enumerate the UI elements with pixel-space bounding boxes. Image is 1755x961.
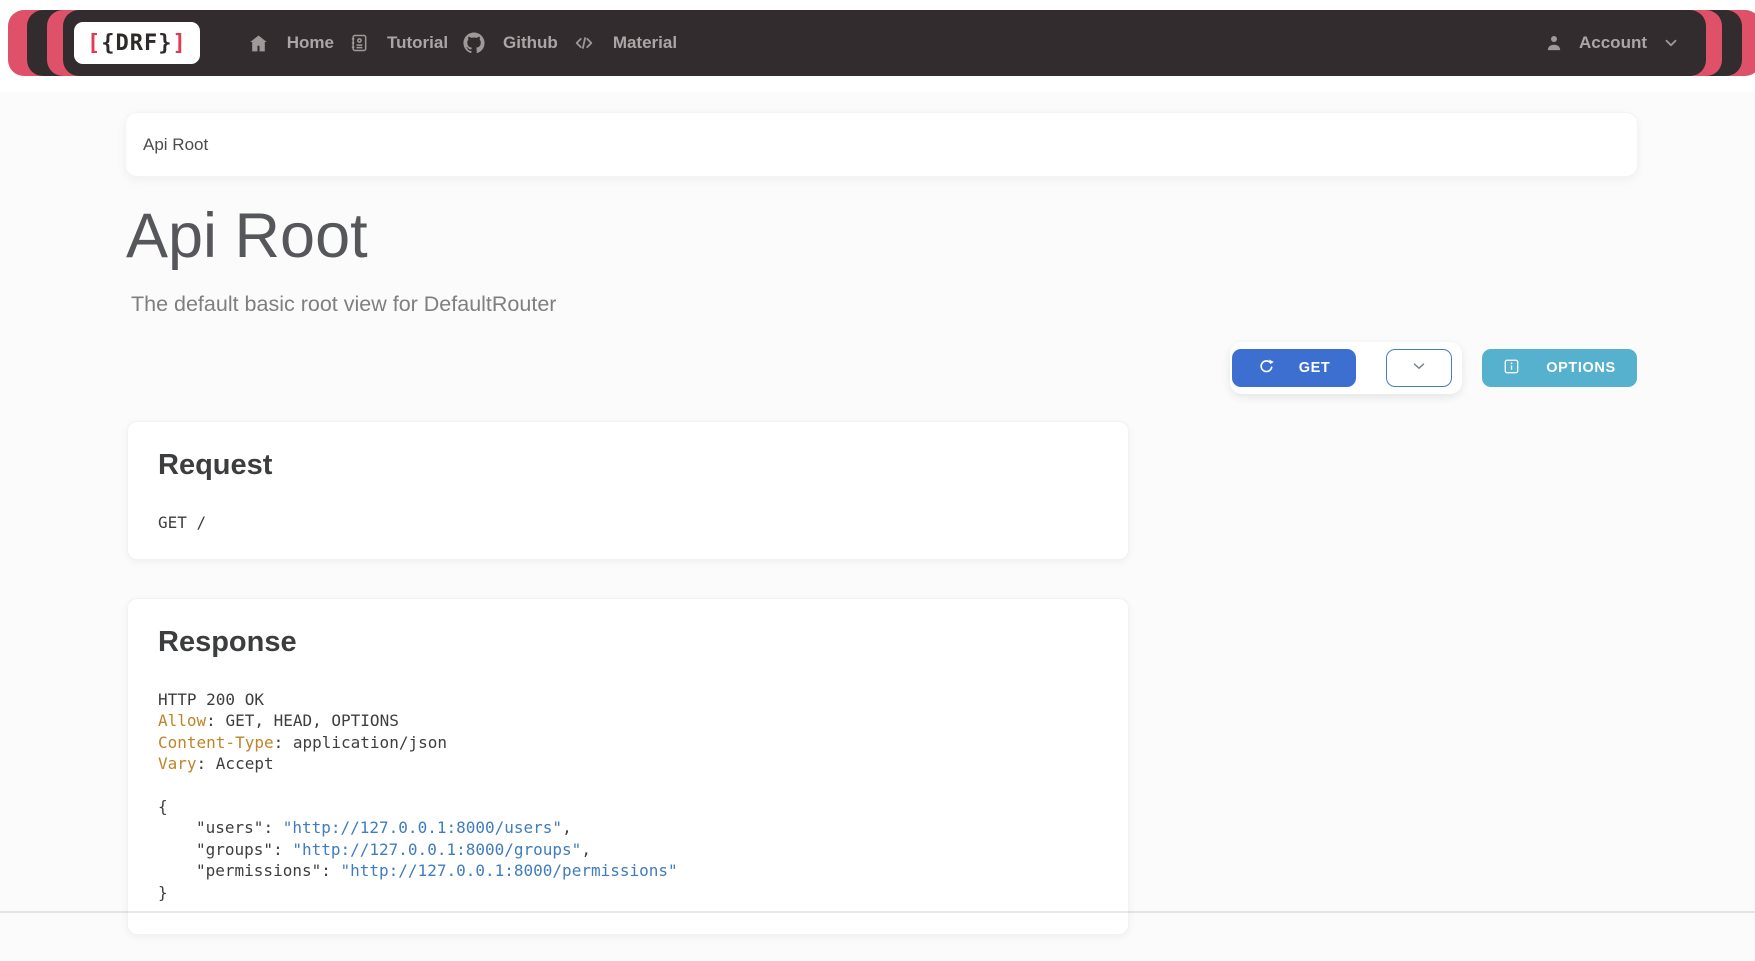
nav-item-home[interactable]: Home	[248, 33, 334, 54]
header-value: : application/json	[274, 733, 447, 752]
response-card: Response HTTP 200 OK Allow: GET, HEAD, O…	[127, 598, 1129, 935]
request-heading: Request	[158, 448, 1098, 482]
breadcrumb-item-api-root[interactable]: Api Root	[143, 135, 208, 155]
nav-item-github[interactable]: Github	[463, 32, 558, 54]
response-code: HTTP 200 OK Allow: GET, HEAD, OPTIONS Co…	[158, 689, 1098, 903]
refresh-icon	[1258, 358, 1275, 379]
navbar-stack: [{DRF}] Home	[8, 10, 1755, 76]
info-icon	[1503, 358, 1520, 379]
chevron-down-icon	[1410, 357, 1428, 379]
status-line: HTTP 200 OK	[158, 689, 1098, 710]
json-key: "permissions"	[196, 861, 321, 880]
json-separator: :	[321, 861, 340, 880]
request-code: GET /	[158, 512, 1098, 533]
json-comma: ,	[581, 840, 591, 859]
nav-item-material[interactable]: Material	[573, 32, 677, 54]
response-header-vary: Vary: Accept	[158, 753, 1098, 774]
home-icon	[248, 33, 269, 54]
permissions-url-link[interactable]: "http://127.0.0.1:8000/permissions"	[341, 861, 678, 880]
page-title: Api Root	[126, 200, 368, 272]
get-dropdown-toggle[interactable]	[1386, 349, 1452, 387]
json-open-brace: {	[158, 796, 1098, 817]
header-name: Vary	[158, 754, 197, 773]
logo-left-bracket: [	[87, 31, 101, 56]
groups-url-link[interactable]: "http://127.0.0.1:8000/groups"	[292, 840, 581, 859]
json-entry-permissions: "permissions": "http://127.0.0.1:8000/pe…	[158, 860, 1098, 881]
navbar: [{DRF}] Home	[63, 10, 1706, 76]
logo-text: {DRF}	[101, 31, 172, 56]
response-heading: Response	[158, 625, 1098, 659]
tutorial-icon	[349, 33, 369, 53]
json-key: "groups"	[196, 840, 273, 859]
json-separator: :	[273, 840, 292, 859]
nav-item-label: Material	[613, 33, 677, 53]
blank-line	[158, 775, 1098, 796]
get-button[interactable]: GET	[1232, 349, 1356, 387]
json-entry-groups: "groups": "http://127.0.0.1:8000/groups"…	[158, 839, 1098, 860]
github-icon	[463, 32, 485, 54]
request-card: Request GET /	[127, 421, 1129, 560]
person-icon	[1544, 33, 1564, 53]
options-button[interactable]: OPTIONS	[1482, 349, 1637, 387]
json-comma: ,	[562, 818, 572, 837]
header-value: : Accept	[197, 754, 274, 773]
response-header-content-type: Content-Type: application/json	[158, 732, 1098, 753]
get-button-group: GET	[1230, 342, 1462, 394]
header-value: : GET, HEAD, OPTIONS	[206, 711, 399, 730]
code-icon	[573, 32, 595, 54]
chevron-down-icon	[1662, 34, 1680, 52]
nav-item-label: Github	[503, 33, 558, 53]
json-entry-users: "users": "http://127.0.0.1:8000/users",	[158, 817, 1098, 838]
json-separator: :	[263, 818, 282, 837]
account-label: Account	[1579, 33, 1647, 53]
options-button-label: OPTIONS	[1546, 360, 1615, 376]
page-subtitle: The default basic root view for DefaultR…	[131, 292, 556, 317]
header-name: Content-Type	[158, 733, 274, 752]
nav-item-label: Home	[287, 33, 334, 53]
page-divider	[0, 911, 1755, 913]
navbar-links: Home Tutorial	[248, 32, 692, 54]
users-url-link[interactable]: "http://127.0.0.1:8000/users"	[283, 818, 562, 837]
drf-browsable-api-page: [{DRF}] Home	[0, 0, 1755, 961]
account-menu[interactable]: Account	[1544, 33, 1680, 53]
breadcrumb: Api Root	[125, 112, 1638, 177]
get-button-label: GET	[1299, 360, 1331, 376]
response-header-allow: Allow: GET, HEAD, OPTIONS	[158, 710, 1098, 731]
drf-logo[interactable]: [{DRF}]	[74, 22, 200, 64]
nav-item-tutorial[interactable]: Tutorial	[349, 33, 448, 53]
logo-right-bracket: ]	[172, 31, 186, 56]
request-line: GET /	[158, 512, 1098, 533]
header-name: Allow	[158, 711, 206, 730]
json-key: "users"	[196, 818, 263, 837]
nav-item-label: Tutorial	[387, 33, 448, 53]
json-close-brace: }	[158, 882, 1098, 903]
